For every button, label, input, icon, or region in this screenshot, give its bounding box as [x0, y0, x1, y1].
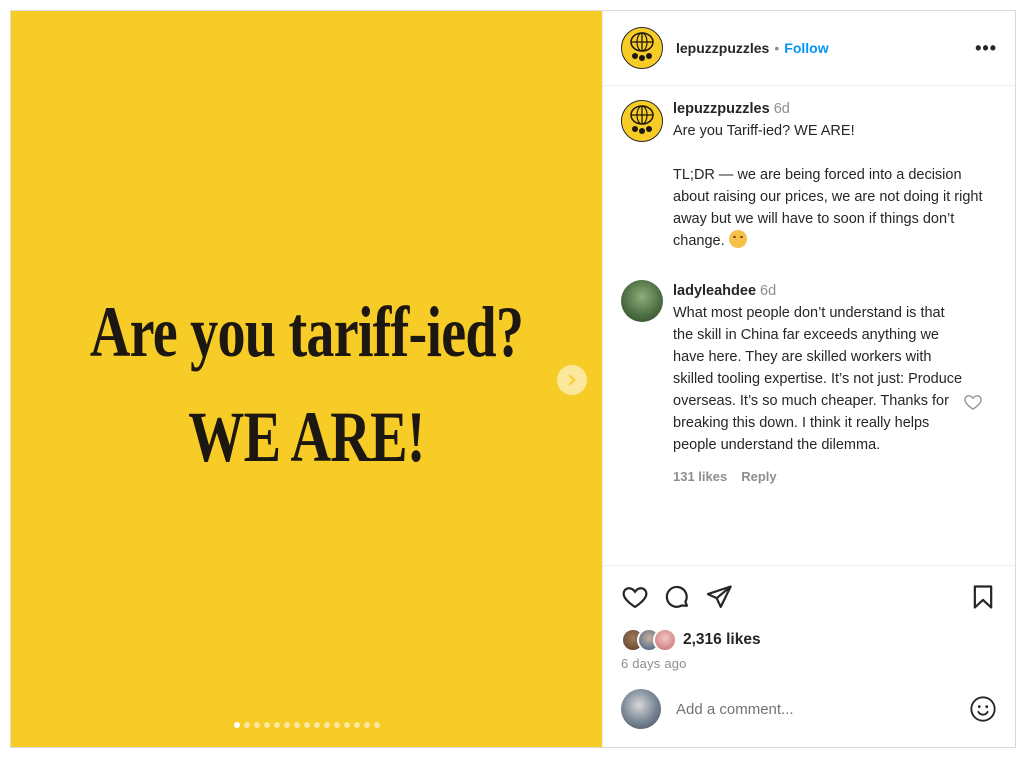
caption-body: TL;DR — we are being forced into a decis…	[673, 164, 997, 252]
post-timestamp[interactable]: 6 days ago	[603, 652, 1015, 671]
comment-input[interactable]	[676, 700, 946, 718]
slide-dot	[373, 722, 380, 728]
comment-button[interactable]	[663, 583, 691, 611]
post-dialog: Are you tariff-ied? WE ARE! lepuzzpuzzle…	[10, 10, 1016, 748]
comment-time[interactable]: 6d	[760, 283, 776, 299]
liker-avatar[interactable]	[653, 628, 677, 652]
next-slide-button[interactable]	[557, 365, 587, 395]
comment-meta: 131 likes Reply	[673, 466, 963, 488]
slide-dot	[323, 722, 330, 728]
send-icon	[706, 585, 732, 609]
slide-dot	[343, 722, 350, 728]
follow-button[interactable]: Follow	[784, 40, 828, 56]
caption-line1: Are you Tariff-ied? WE ARE!	[673, 123, 855, 139]
globe-logo-icon	[622, 28, 662, 68]
caption-time[interactable]: 6d	[774, 101, 790, 117]
liker-avatars	[621, 628, 677, 652]
globe-logo-icon	[622, 101, 662, 141]
media-headline-line1: Are you tariff-ied?	[89, 292, 524, 372]
post-caption: lepuzzpuzzles 6d Are you Tariff-ied? WE A…	[621, 98, 997, 252]
comment-item: ladyleahdee 6d What most people don’t und…	[621, 280, 997, 488]
add-comment-bar	[603, 671, 1015, 747]
comment-icon	[665, 585, 689, 608]
slide-dot	[293, 722, 300, 728]
likes-summary: 2,316 likes	[603, 628, 1015, 652]
media-headline-line2: WE ARE!	[188, 397, 425, 477]
comments-list[interactable]: lepuzzpuzzles 6d Are you Tariff-ied? WE A…	[603, 86, 1015, 566]
commenter-avatar[interactable]	[621, 280, 663, 322]
author-avatar[interactable]	[621, 27, 663, 69]
smiley-icon[interactable]	[969, 695, 997, 723]
slide-indicator	[11, 722, 602, 730]
slide-dot	[353, 722, 360, 728]
comment-body: ladyleahdee 6d What most people don’t und…	[673, 280, 963, 488]
post-actions	[603, 566, 1015, 628]
slide-dot	[283, 722, 290, 728]
author-username[interactable]: lepuzzpuzzles	[676, 40, 769, 56]
comment-heart-icon[interactable]	[963, 392, 983, 412]
slide-dot	[333, 722, 340, 728]
slide-dot	[363, 722, 370, 728]
slide-dot	[273, 722, 280, 728]
slide-dot	[263, 722, 270, 728]
caption-text: lepuzzpuzzles 6d Are you Tariff-ied? WE A…	[673, 98, 997, 252]
slide-dot	[313, 722, 320, 728]
post-media[interactable]: Are you tariff-ied? WE ARE!	[11, 11, 602, 747]
save-button[interactable]	[969, 583, 997, 611]
like-button[interactable]	[621, 583, 649, 611]
caption-author-avatar[interactable]	[621, 100, 663, 142]
post-header: lepuzzpuzzles • Follow •••	[603, 11, 1015, 86]
heart-icon	[622, 587, 648, 609]
reply-button[interactable]: Reply	[741, 469, 776, 484]
likes-count[interactable]: 2,316 likes	[683, 631, 761, 649]
slide-dot	[233, 722, 240, 728]
comment-text: What most people don’t understand is tha…	[673, 305, 963, 453]
caption-body-text: TL;DR — we are being forced into a decis…	[673, 167, 983, 249]
caption-username[interactable]: lepuzzpuzzles	[673, 101, 770, 117]
separator-dot: •	[774, 40, 780, 56]
slide-dot	[303, 722, 310, 728]
slide-dot	[253, 722, 260, 728]
post-sidebar: lepuzzpuzzles • Follow ••• lepuzzpuzzles…	[602, 11, 1015, 747]
slide-dot	[243, 722, 250, 728]
disappointed-face-emoji-icon	[728, 230, 747, 248]
bookmark-icon	[973, 585, 993, 609]
chevron-right-icon	[569, 375, 576, 385]
commenter-username[interactable]: ladyleahdee	[673, 283, 756, 299]
more-options-button[interactable]: •••	[975, 38, 997, 59]
comment-likes[interactable]: 131 likes	[673, 469, 727, 484]
share-button[interactable]	[705, 583, 733, 611]
current-user-avatar	[621, 689, 661, 729]
